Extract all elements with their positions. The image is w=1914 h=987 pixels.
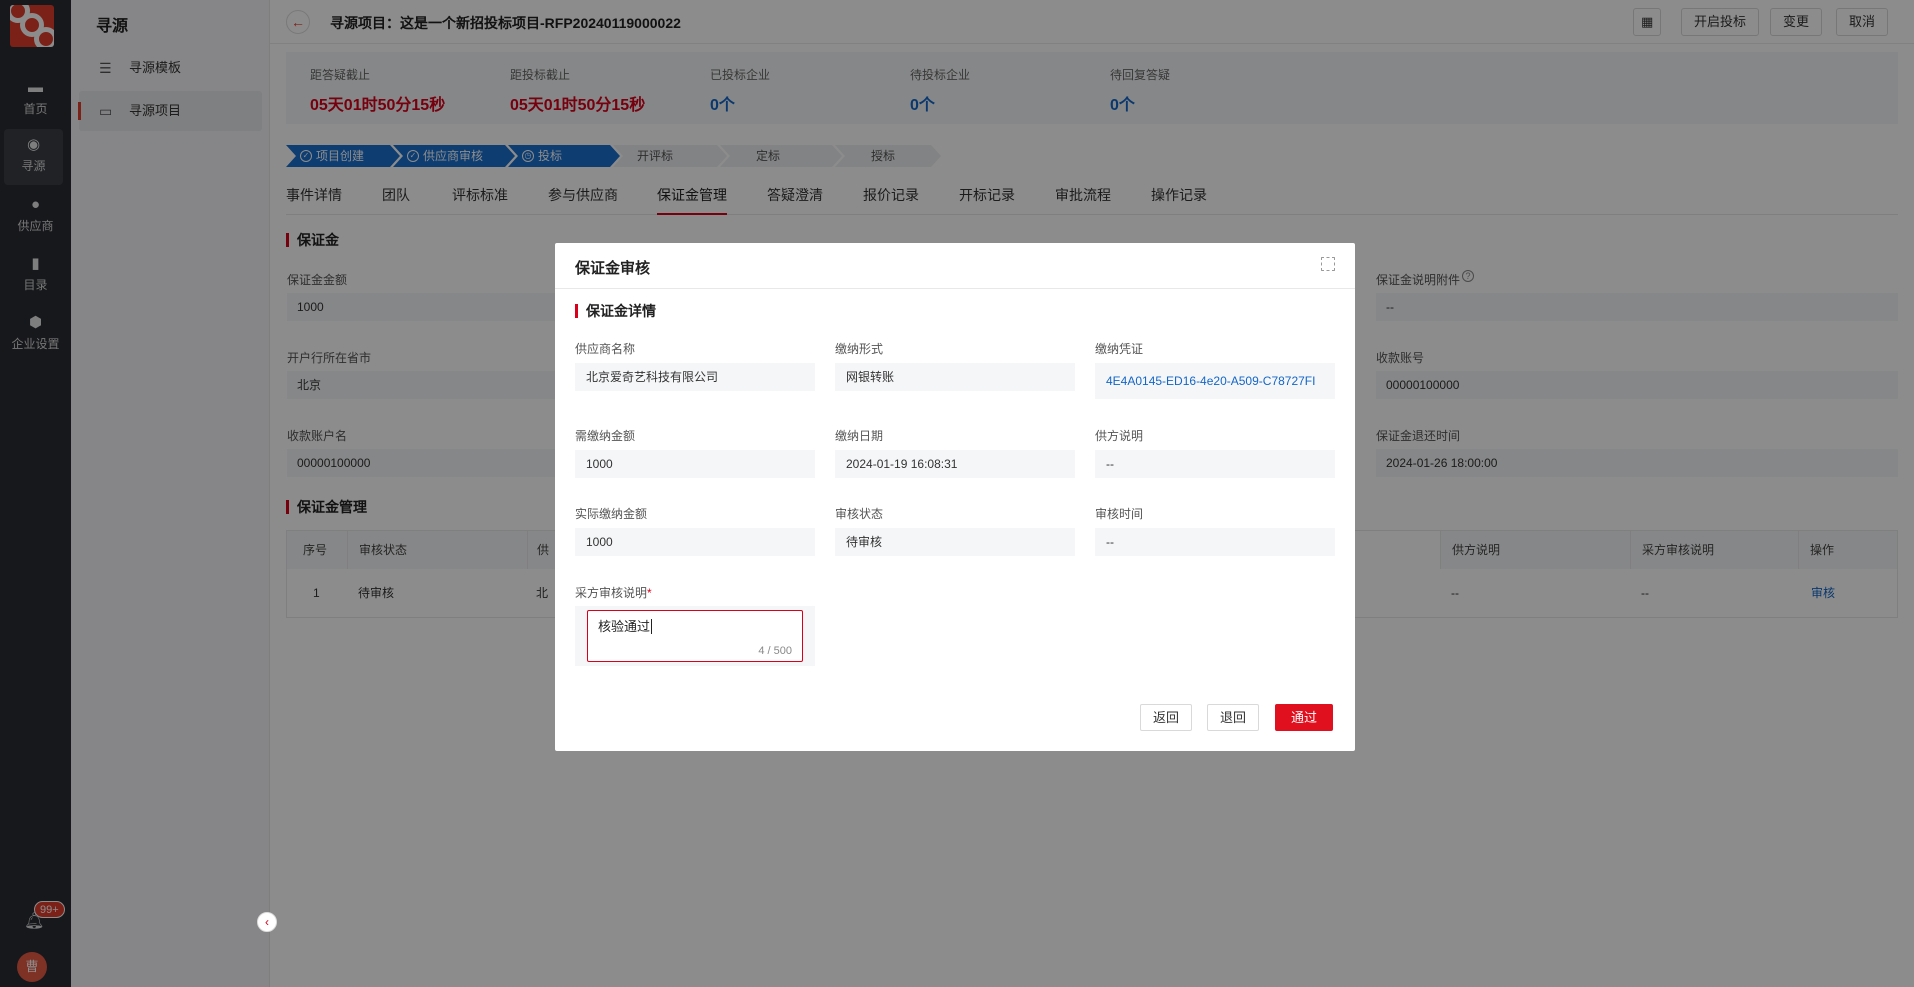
field-label: 缴纳日期 — [835, 429, 884, 443]
review-status-value: 待审核 — [835, 528, 1075, 556]
section-deposit-details: 保证金详情 — [575, 304, 656, 318]
char-counter: 4 / 500 — [758, 645, 792, 657]
buyer-note-label-text: 采方审核说明 — [575, 586, 648, 600]
dialog-title: 保证金审核 — [575, 260, 651, 277]
approve-button[interactable]: 通过 — [1275, 704, 1334, 731]
pay-form-value: 网银转账 — [835, 363, 1075, 391]
required-amount-value: 1000 — [575, 450, 815, 478]
buyer-note-textarea[interactable]: 核验通过 4 / 500 — [587, 610, 803, 662]
review-time-value: -- — [1095, 528, 1335, 556]
buyer-note-text: 核验通过 — [598, 619, 651, 634]
buyer-note-label: 采方审核说明* — [575, 584, 652, 601]
voucher-link[interactable]: 4E4A0145-ED16-4e20-A509-C78727FI — [1095, 363, 1335, 399]
return-button[interactable]: 返回 — [1140, 704, 1193, 731]
collapse-sidebar-button[interactable]: ‹ — [257, 912, 277, 932]
chevron-left-icon: ‹ — [265, 915, 269, 929]
supplier-name-value: 北京爱奇艺科技有限公司 — [575, 363, 815, 391]
required-mark: * — [647, 586, 652, 600]
actual-amount-value: 1000 — [575, 528, 815, 556]
pay-date-value: 2024-01-19 16:08:31 — [835, 450, 1075, 478]
field-label: 审核时间 — [1095, 507, 1144, 521]
reject-button[interactable]: 退回 — [1207, 704, 1260, 731]
field-label: 供应商名称 — [575, 342, 636, 356]
field-label: 供方说明 — [1095, 429, 1144, 443]
supplier-note-value: -- — [1095, 450, 1335, 478]
text-cursor — [651, 619, 653, 634]
field-label: 实际缴纳金额 — [575, 507, 648, 521]
dialog-header: 保证金审核 — [555, 243, 1355, 289]
fullscreen-icon[interactable] — [1321, 257, 1335, 271]
field-label: 审核状态 — [835, 507, 884, 521]
field-label: 缴纳形式 — [835, 342, 884, 356]
field-label: 缴纳凭证 — [1095, 342, 1144, 356]
field-label: 需缴纳金额 — [575, 429, 636, 443]
deposit-review-dialog: 保证金审核 保证金详情 供应商名称 北京爱奇艺科技有限公司 缴纳形式 网银转账 … — [555, 243, 1355, 751]
